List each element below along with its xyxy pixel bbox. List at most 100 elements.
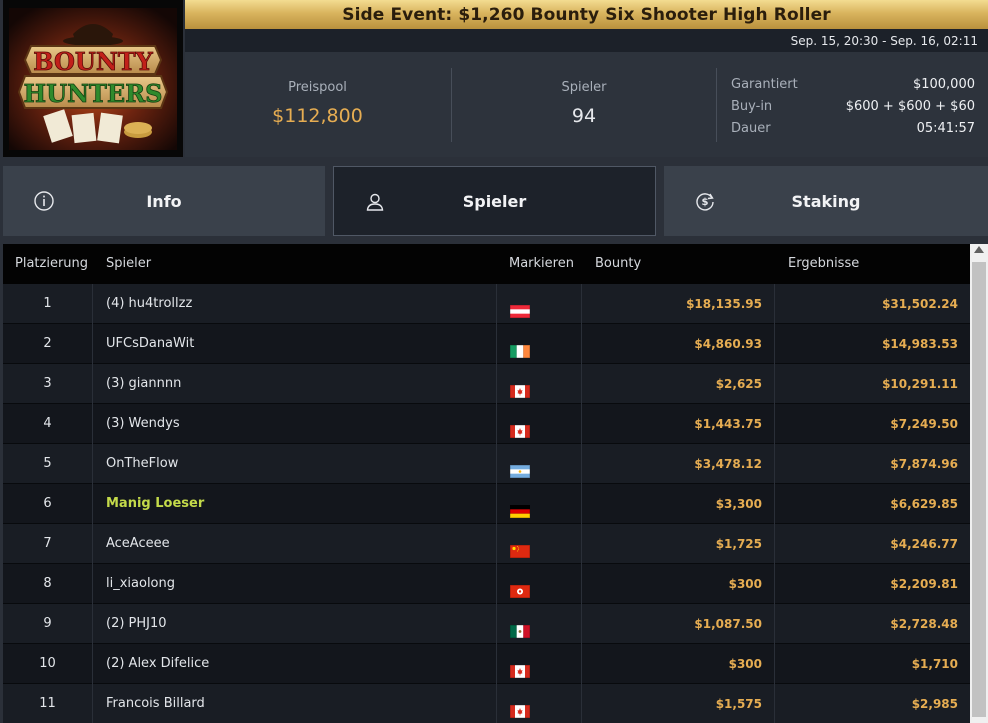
logo-word-bounty: BOUNTY	[33, 47, 153, 76]
rank-cell: 10	[3, 644, 93, 684]
player-name-cell[interactable]: (4) hu4trollzz	[106, 284, 192, 324]
players-label: Spieler	[561, 80, 607, 95]
flag-cell	[496, 684, 582, 723]
event-date-bar: Sep. 15, 20:30 - Sep. 16, 02:11	[185, 29, 988, 52]
event-title: Side Event: $1,260 Bounty Six Shooter Hi…	[342, 4, 831, 25]
table-row[interactable]: 2 UFCsDanaWit $4,860.93 $14,983.53	[3, 324, 970, 364]
bounty-cell: $18,135.95	[583, 284, 775, 324]
flag-cell	[496, 524, 582, 564]
info-icon	[34, 191, 54, 211]
rank-cell: 6	[3, 484, 93, 524]
table-header: Platzierung Spieler Markieren Bounty Erg…	[3, 244, 970, 284]
event-logo: BOUNTY HUNTERS	[3, 0, 183, 157]
detail-label: Buy-in	[731, 99, 773, 114]
col-header-rank[interactable]: Platzierung	[15, 244, 88, 284]
result-cell: $14,983.53	[882, 337, 958, 351]
flag-cell	[496, 644, 582, 684]
flag-germany-icon	[510, 505, 530, 518]
bounty-cell: $3,478.12	[583, 444, 775, 484]
result-cell: $1,710	[911, 657, 958, 671]
event-details: Garantiert $100,000 Buy-in $600 + $600 +…	[731, 74, 975, 140]
table-row[interactable]: 10 (2) Alex Difelice $300 $1,710	[3, 644, 970, 684]
players-stat: Spieler 94	[451, 68, 717, 142]
rank-cell: 1	[3, 284, 93, 324]
rank-cell: 2	[3, 324, 93, 364]
tab-info[interactable]: Info	[3, 166, 325, 236]
dollar-cycle-icon: $	[696, 193, 714, 211]
flag-cell	[496, 324, 582, 364]
prizepool-label: Preispool	[288, 80, 347, 95]
col-header-results[interactable]: Ergebnisse	[788, 244, 859, 284]
player-name-cell[interactable]: (3) Wendys	[106, 404, 180, 444]
detail-row-duration: Dauer 05:41:57	[731, 118, 975, 140]
flag-canada-icon	[510, 385, 530, 398]
table-row[interactable]: 8 li_xiaolong $300 $2,209.81	[3, 564, 970, 604]
player-name-cell[interactable]: OnTheFlow	[106, 444, 178, 484]
scroll-thumb[interactable]	[972, 262, 986, 717]
table-row[interactable]: 1 (4) hu4trollzz $18,135.95 $31,502.24	[3, 284, 970, 324]
col-header-flag[interactable]: Markieren	[509, 244, 574, 284]
result-cell: $2,985	[911, 697, 958, 711]
flag-ireland-icon	[510, 345, 530, 358]
table-row[interactable]: 3 (3) giannnn $2,625 $10,291.11	[3, 364, 970, 404]
table-row[interactable]: 5 OnTheFlow $3,478.12 $7,874.96	[3, 444, 970, 484]
bounty-hunters-logo: BOUNTY HUNTERS	[9, 8, 177, 150]
flag-hongkong-icon	[510, 585, 530, 598]
detail-value: 05:41:57	[916, 121, 975, 136]
player-name-cell[interactable]: UFCsDanaWit	[106, 324, 194, 364]
col-header-bounty[interactable]: Bounty	[595, 244, 641, 284]
rank-cell: 5	[3, 444, 93, 484]
flag-canada-icon	[510, 425, 530, 438]
bounty-cell: $3,300	[583, 484, 775, 524]
player-name-cell[interactable]: Manig Loeser	[106, 484, 204, 524]
rank-cell: 8	[3, 564, 93, 604]
svg-text:$: $	[702, 197, 709, 208]
player-name-cell[interactable]: (2) PHJ10	[106, 604, 167, 644]
table-scrollbar[interactable]	[970, 244, 988, 723]
table-row[interactable]: 6 Manig Loeser $3,300 $6,629.85	[3, 484, 970, 524]
bounty-cell: $1,725	[583, 524, 775, 564]
table-row[interactable]: 11 Francois Billard $1,575 $2,985	[3, 684, 970, 723]
rank-cell: 11	[3, 684, 93, 723]
flag-cell	[496, 404, 582, 444]
tab-staking-label: Staking	[791, 191, 861, 211]
table-row[interactable]: 4 (3) Wendys $1,443.75 $7,249.50	[3, 404, 970, 444]
flag-cell	[496, 284, 582, 324]
event-stats-panel: Preispool $112,800 Spieler 94 Garantiert…	[185, 52, 988, 157]
result-cell: $4,246.77	[890, 537, 958, 551]
detail-value: $100,000	[912, 77, 975, 92]
detail-value: $600 + $600 + $60	[845, 99, 975, 114]
tab-spieler[interactable]: Spieler	[333, 166, 656, 236]
result-cell: $31,502.24	[882, 297, 958, 311]
prizepool-value: $112,800	[272, 105, 363, 127]
player-name-cell[interactable]: li_xiaolong	[106, 564, 175, 604]
flag-cell	[496, 444, 582, 484]
event-title-bar: Side Event: $1,260 Bounty Six Shooter Hi…	[185, 0, 988, 29]
detail-row-buyin: Buy-in $600 + $600 + $60	[731, 96, 975, 118]
player-name-cell[interactable]: AceAceee	[106, 524, 170, 564]
flag-austria-icon	[510, 305, 530, 318]
result-cell: $6,629.85	[890, 497, 958, 511]
player-name-cell[interactable]: (3) giannnn	[106, 364, 181, 404]
flag-china-icon	[510, 545, 530, 558]
bounty-cell: $4,860.93	[583, 324, 775, 364]
rank-cell: 3	[3, 364, 93, 404]
col-header-player[interactable]: Spieler	[106, 244, 151, 284]
bounty-cell: $1,087.50	[583, 604, 775, 644]
bounty-cell: $1,575	[583, 684, 775, 723]
players-value: 94	[571, 105, 597, 127]
result-cell: $7,249.50	[890, 417, 958, 431]
tab-staking[interactable]: $ Staking	[664, 166, 988, 236]
table-row[interactable]: 9 (2) PHJ10 $1,087.50 $2,728.48	[3, 604, 970, 644]
scroll-up-arrow-icon[interactable]	[974, 246, 984, 253]
table-row[interactable]: 7 AceAceee $1,725 $4,246.77	[3, 524, 970, 564]
rank-cell: 7	[3, 524, 93, 564]
flag-cell	[496, 564, 582, 604]
flag-canada-icon	[510, 705, 530, 718]
result-cell: $10,291.11	[882, 377, 958, 391]
result-cell: $2,728.48	[890, 617, 958, 631]
player-name-cell[interactable]: (2) Alex Difelice	[106, 644, 209, 684]
player-name-cell[interactable]: Francois Billard	[106, 684, 205, 723]
tab-info-label: Info	[146, 191, 182, 211]
bounty-cell: $1,443.75	[583, 404, 775, 444]
